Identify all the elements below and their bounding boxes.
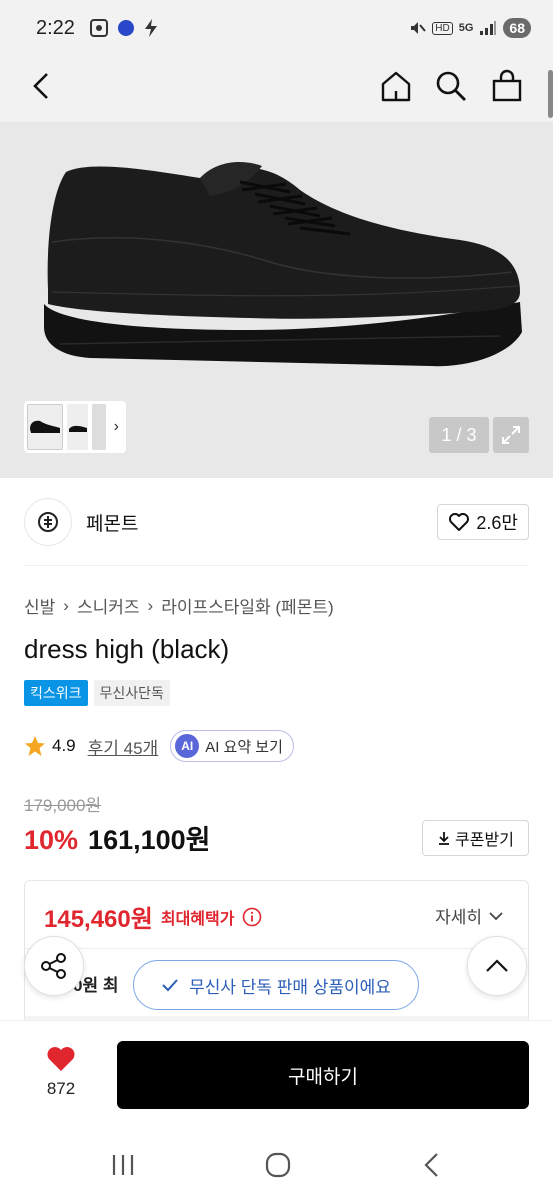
breadcrumb-separator-icon: ›: [147, 595, 154, 615]
ai-summary-label: AI 요약 보기: [205, 738, 283, 756]
shopping-bag-icon: [492, 69, 522, 102]
product-title: dress high (black): [24, 634, 230, 664]
breadcrumb-separator-icon: ›: [63, 595, 69, 615]
price-row: 10% 161,100원: [24, 818, 211, 857]
cart-button[interactable]: [485, 64, 529, 108]
system-navigation-bar: [0, 1130, 553, 1200]
discount-rate: 10%: [24, 825, 79, 855]
home-icon: [381, 71, 411, 102]
wishlist-button[interactable]: 872: [36, 1045, 86, 1099]
badge-exclusive: 무신사단독: [93, 680, 170, 706]
signal-icon: [480, 21, 497, 35]
top-nav: [0, 56, 553, 122]
breadcrumb-item[interactable]: 라이프스타일화 (페몬트): [161, 593, 333, 618]
chevron-up-icon: [486, 959, 508, 972]
breadcrumb-item[interactable]: 스니커즈: [77, 593, 140, 618]
brand-logo-icon: [38, 512, 58, 532]
screenshot-icon: [89, 19, 108, 37]
chevron-left-icon: [33, 73, 48, 99]
recent-apps-icon: [112, 1155, 134, 1175]
thumbnail-sneaker-image: [30, 420, 61, 433]
5g-label: 5G: [458, 22, 474, 34]
sale-price: 161,100원: [88, 825, 211, 855]
product-badges: 킥스위크 무신사단독: [24, 680, 170, 706]
brand-row: 페몬트 2.6만: [24, 497, 529, 547]
info-icon[interactable]: [242, 907, 262, 927]
exclusive-toast: 무신사 단독 판매 상품이에요: [133, 960, 419, 1010]
download-icon: [439, 832, 450, 845]
coupon-label: 쿠폰받기: [455, 832, 514, 849]
wishlist-count: 872: [46, 1079, 76, 1098]
home-circle-icon: [265, 1152, 291, 1178]
thumbnail-strip[interactable]: ›: [24, 401, 126, 453]
home-nav-button[interactable]: [258, 1148, 298, 1182]
back-button[interactable]: [20, 64, 64, 108]
benefit-divider: [25, 948, 528, 949]
status-right-icons: HD 5G 68: [408, 18, 531, 38]
battery-level: 68: [503, 18, 531, 38]
breadcrumb-item[interactable]: 신발: [24, 593, 55, 618]
chevron-down-icon: [489, 911, 503, 920]
review-count-link[interactable]: 후기 45개: [88, 734, 159, 759]
status-notification-icons: [89, 18, 159, 38]
hd-label: HD: [432, 21, 453, 35]
max-benefit-price: 145,460원: [44, 906, 153, 933]
toast-text: 무신사 단독 판매 상품이에요: [189, 977, 391, 997]
brand-logo[interactable]: [24, 498, 72, 546]
thumbnail-3[interactable]: [92, 404, 106, 450]
back-nav-button[interactable]: [412, 1148, 452, 1182]
bolt-icon: [144, 19, 157, 37]
status-bar: 2:22 HD 5G 68: [0, 0, 553, 56]
brand-like-button[interactable]: 2.6만: [437, 504, 529, 540]
status-time: 2:22: [36, 16, 75, 39]
benefit-detail-button[interactable]: 자세히: [435, 903, 504, 928]
thumbnail-2[interactable]: [67, 404, 89, 450]
brand-name[interactable]: 페몬트: [86, 509, 138, 536]
brand-like-count: 2.6만: [476, 513, 518, 533]
ai-icon: AI: [175, 734, 200, 758]
thumbnail-next-icon[interactable]: ›: [110, 418, 123, 436]
buy-button[interactable]: 구매하기: [117, 1041, 529, 1109]
expand-icon: [502, 426, 520, 444]
max-benefit-header: 145,460원 최대혜택가: [44, 899, 262, 934]
checkmark-icon: [162, 979, 178, 992]
share-button[interactable]: [24, 936, 84, 996]
share-icon: [41, 953, 66, 979]
bottom-action-bar: 872 구매하기: [0, 1020, 553, 1130]
max-benefit-label: 최대혜택가: [160, 910, 235, 928]
app-notification-icon: [117, 20, 134, 36]
star-icon: [25, 736, 45, 756]
benefit-detail-label: 자세히: [435, 908, 482, 927]
original-price: 179,000원: [24, 796, 102, 815]
ai-summary-button[interactable]: AI AI 요약 보기: [170, 730, 294, 762]
back-arrow-icon: [424, 1153, 438, 1177]
thumbnail-sneaker-image: [68, 425, 87, 432]
image-counter: 1 / 3: [429, 417, 489, 453]
mute-icon: [411, 22, 427, 34]
rating-value: 4.9: [52, 736, 76, 755]
expand-button[interactable]: [493, 417, 529, 453]
scroll-top-button[interactable]: [467, 936, 527, 996]
recent-apps-button[interactable]: [103, 1148, 143, 1182]
search-icon: [436, 71, 466, 101]
rating-row: 4.9 후기 45개 AI AI 요약 보기: [24, 730, 294, 762]
breadcrumb: 신발 › 스니커즈 › 라이프스타일화 (페몬트): [24, 593, 334, 618]
product-image-gallery[interactable]: › 1 / 3: [0, 122, 553, 478]
heart-outline-icon: [449, 513, 470, 531]
heart-filled-icon: [47, 1047, 75, 1071]
section-divider: [24, 565, 529, 566]
scroll-indicator[interactable]: [548, 70, 553, 118]
thumbnail-1[interactable]: [27, 404, 64, 450]
badge-kicks-week: 킥스위크: [24, 680, 88, 706]
home-button[interactable]: [374, 64, 418, 108]
coupon-button[interactable]: 쿠폰받기: [422, 820, 529, 856]
search-button[interactable]: [429, 64, 473, 108]
